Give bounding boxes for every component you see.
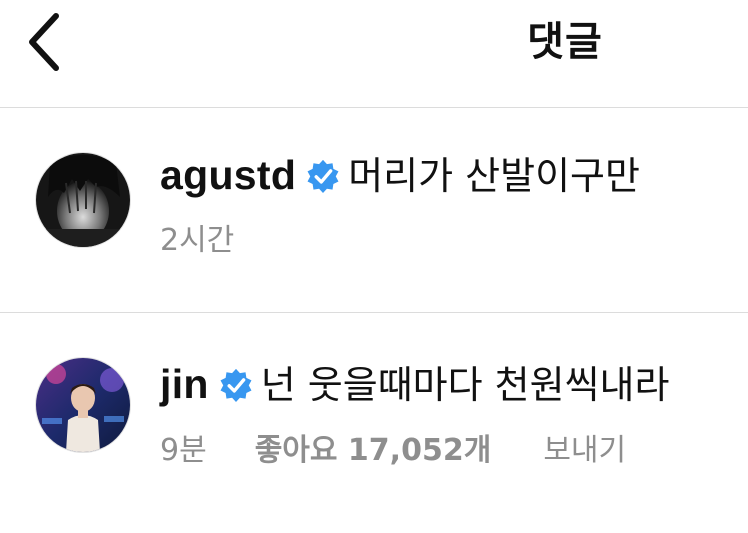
comment-line: jin 넌 웃을때마다 천원씩내라: [160, 359, 669, 410]
username[interactable]: agustd: [160, 152, 296, 198]
comment-meta: 9분 좋아요 17,052개 보내기: [160, 431, 626, 471]
verified-badge-icon: [307, 159, 339, 193]
comment-time: 9분: [160, 433, 207, 468]
comment-item: agustd 머리가 산발이구만 2시간: [0, 108, 748, 313]
avatar[interactable]: [36, 153, 130, 247]
back-button[interactable]: [18, 10, 74, 74]
header-bar: 댓글: [0, 0, 748, 108]
avatar[interactable]: [36, 358, 130, 452]
comment-meta: 2시간: [160, 221, 234, 261]
comment-text: 넌 웃을때마다 천원씩내라: [260, 363, 670, 407]
chevron-left-icon: [29, 13, 59, 71]
comment-line: agustd 머리가 산발이구만: [160, 150, 640, 201]
username[interactable]: jin: [160, 361, 209, 407]
reply-button[interactable]: 보내기: [543, 431, 626, 471]
comment-item: jin 넌 웃을때마다 천원씩내라 9분 좋아요 17,052개 보내기: [0, 313, 748, 533]
page-title: 댓글: [527, 19, 603, 65]
comment-time: 2시간: [160, 223, 235, 258]
likes-count-link[interactable]: 좋아요 17,052개: [255, 431, 492, 471]
verified-badge-icon: [220, 368, 252, 402]
comment-text: 머리가 산발이구만: [348, 154, 640, 198]
